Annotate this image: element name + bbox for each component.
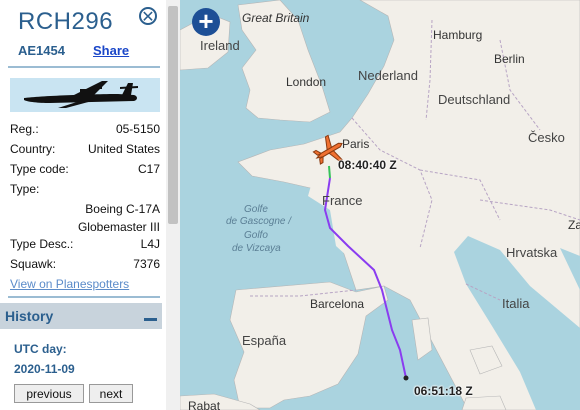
aircraft-silhouette-image: [10, 78, 160, 112]
field-label-reg: Reg.:: [10, 122, 39, 136]
track-timestamp-start: 06:51:18 Z: [414, 384, 473, 398]
info-divider: [8, 296, 160, 298]
map-label-france: France: [322, 193, 363, 208]
callsign-title: RCH296: [18, 8, 114, 35]
aircraft-silhouette-icon: [24, 81, 138, 108]
map-label-golfo: Golfo: [244, 230, 268, 241]
aircraft-info-panel: RCH296 ✕ AE1454 Share Reg.: 05-5150 Coun…: [0, 0, 166, 410]
icao-hex: AE1454: [18, 43, 65, 58]
map-label-nederland: Nederland: [358, 68, 418, 83]
field-label-country: Country:: [10, 142, 56, 156]
map-label-rabat: Rabat: [188, 399, 221, 410]
map-label-great-britain: Great Britain: [242, 11, 310, 25]
next-day-button[interactable]: next: [89, 384, 133, 403]
field-value-reg: 05-5150: [115, 122, 160, 136]
scrollbar-thumb[interactable]: [168, 6, 178, 224]
header-divider: [8, 66, 160, 68]
previous-day-button[interactable]: previous: [14, 384, 84, 403]
map-label-cesko: Česko: [528, 130, 565, 145]
collapse-minus-icon[interactable]: [144, 318, 157, 321]
history-title: History: [5, 308, 54, 324]
field-value-type: Boeing C-17A Globemaster III: [77, 202, 160, 234]
field-label-squawk: Squawk:: [10, 257, 57, 271]
map-label-italia: Italia: [502, 296, 530, 311]
field-label-type: Type:: [10, 182, 40, 196]
history-header[interactable]: History: [0, 303, 162, 329]
field-row-type: Type: Boeing C-17A Globemaster III: [10, 182, 160, 240]
map-view[interactable]: Great Britain Ireland London Hamburg Ned…: [180, 0, 580, 410]
share-link[interactable]: Share: [93, 43, 129, 58]
map-label-london: London: [286, 75, 327, 89]
close-icon[interactable]: ✕: [139, 7, 157, 26]
field-label-type-desc: Type Desc.:: [10, 237, 74, 251]
map-label-barcelona: Barcelona: [310, 297, 365, 311]
map-label-gascogne: de Gascogne /: [226, 216, 292, 227]
utc-day-label: UTC day:: [14, 342, 67, 356]
utc-day-value: 2020-11-09: [14, 362, 75, 376]
sidebar-scrollbar[interactable]: [166, 0, 180, 410]
planespotters-link[interactable]: View on Planespotters: [10, 277, 129, 291]
map-label-zag: Zag: [568, 218, 580, 232]
zoom-in-button[interactable]: +: [192, 8, 220, 36]
field-value-country: United States: [87, 142, 160, 156]
map-label-vizcaya: de Vizcaya: [232, 243, 281, 254]
map-label-paris: Paris: [342, 137, 370, 151]
map-label-hamburg: Hamburg: [433, 28, 483, 42]
map-label-golfe: Golfe: [244, 204, 268, 215]
field-value-type-desc: L4J: [140, 237, 160, 251]
map-label-hrvatska: Hrvatska: [506, 245, 558, 260]
track-timestamp-current: 08:40:40 Z: [338, 158, 397, 172]
map-label-espana: España: [242, 333, 287, 348]
map-label-deutschland: Deutschland: [438, 92, 511, 107]
field-value-squawk: 7376: [133, 257, 160, 271]
map-label-ireland: Ireland: [200, 38, 240, 53]
field-label-type-code: Type code:: [10, 162, 69, 176]
map-label-berlin: Berlin: [494, 52, 525, 66]
field-value-type-code: C17: [137, 162, 160, 176]
